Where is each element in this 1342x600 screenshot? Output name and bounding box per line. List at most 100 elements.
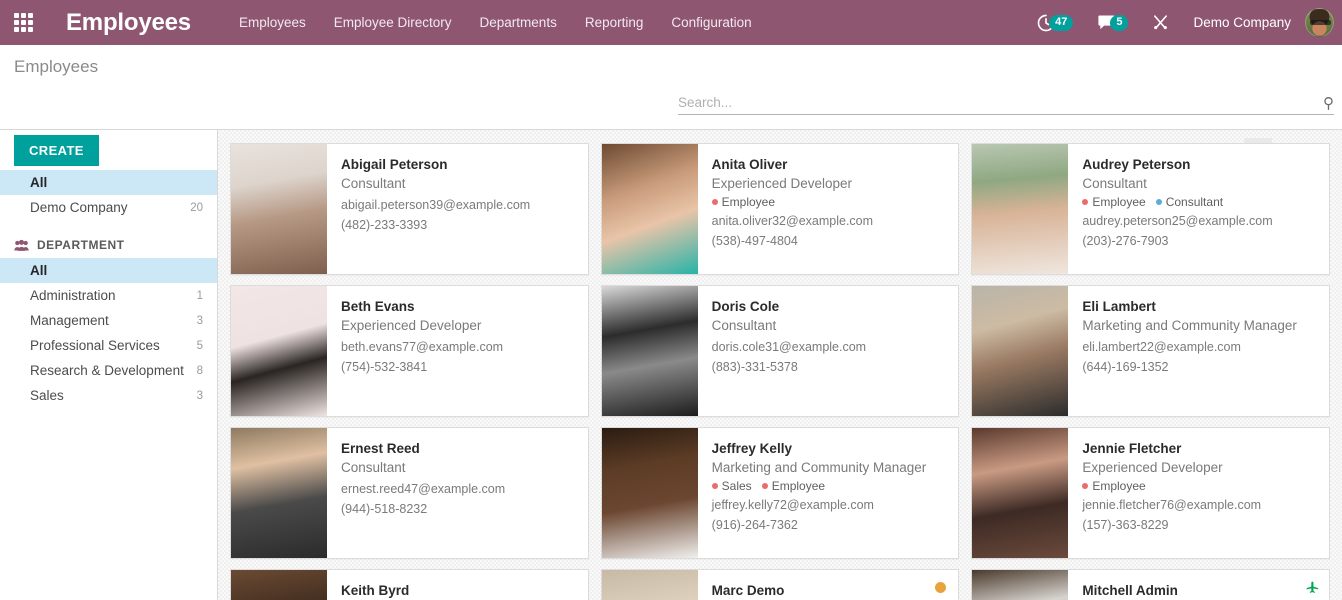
employee-card-body: Eli LambertMarketing and Community Manag… <box>1068 286 1329 416</box>
sidebar-item-company-all[interactable]: All <box>0 170 217 195</box>
sidebar-item-department-management[interactable]: Management 3 <box>0 308 217 333</box>
menu-item-employees[interactable]: Employees <box>225 0 320 45</box>
apps-grid-button[interactable] <box>0 0 46 45</box>
employee-name: Anita Oliver <box>712 155 947 174</box>
sidebar-item-department-professional-services[interactable]: Professional Services 5 <box>0 333 217 358</box>
employee-card[interactable]: Audrey PetersonConsultantEmployeeConsult… <box>971 143 1330 275</box>
menu-item-departments[interactable]: Departments <box>466 0 571 45</box>
employee-phone[interactable]: (916)-264-7362 <box>712 515 947 535</box>
employee-phone[interactable]: (944)-518-8232 <box>341 499 576 519</box>
menu-item-configuration[interactable]: Configuration <box>657 0 765 45</box>
messaging-menu-button[interactable]: 5 <box>1085 0 1140 45</box>
employee-card[interactable]: Jeffrey KellyMarketing and Community Man… <box>601 427 960 559</box>
tag-dot-icon <box>712 483 718 489</box>
employee-name: Ernest Reed <box>341 439 576 458</box>
employee-tag-label: Employee <box>1092 195 1145 209</box>
employee-email[interactable]: anita.oliver32@example.com <box>712 211 947 231</box>
employee-tag-label: Sales <box>722 479 752 493</box>
sidebar-item-company-demo-company[interactable]: Demo Company 20 <box>0 195 217 220</box>
employee-job-title: Experienced Developer <box>341 316 576 335</box>
employee-photo <box>231 286 327 416</box>
kanban-card-wrapper: Doris ColeConsultantdoris.cole31@example… <box>595 280 966 422</box>
employee-card[interactable]: Keith ByrdExperienced Developer <box>230 569 589 600</box>
kanban-view[interactable]: Abigail PetersonConsultantabigail.peters… <box>218 130 1342 600</box>
menu-item-employee-directory[interactable]: Employee Directory <box>320 0 466 45</box>
kanban-card-wrapper: Eli LambertMarketing and Community Manag… <box>965 280 1336 422</box>
sidebar-item-department-administration[interactable]: Administration 1 <box>0 283 217 308</box>
employee-card[interactable]: Abigail PetersonConsultantabigail.peters… <box>230 143 589 275</box>
employee-phone[interactable]: (754)-532-3841 <box>341 357 576 377</box>
employee-email[interactable]: audrey.peterson25@example.com <box>1082 211 1317 231</box>
employee-photo <box>602 570 698 600</box>
employee-tag: Sales <box>712 479 752 493</box>
employee-tag-label: Employee <box>1092 479 1145 493</box>
employee-job-title: Experienced Developer <box>712 174 947 193</box>
employee-card[interactable]: Mitchell AdminChief Executive Officer <box>971 569 1330 600</box>
employee-phone[interactable]: (157)-363-8229 <box>1082 515 1317 535</box>
kanban-card-wrapper: Jeffrey KellyMarketing and Community Man… <box>595 422 966 564</box>
employee-phone[interactable]: (203)-276-7903 <box>1082 231 1317 251</box>
search-input[interactable] <box>678 95 1334 110</box>
employee-name: Marc Demo <box>712 581 947 600</box>
employee-photo <box>972 570 1068 600</box>
employee-email[interactable]: beth.evans77@example.com <box>341 337 576 357</box>
kanban-card-wrapper: Jennie FletcherExperienced Developer Empl… <box>965 422 1336 564</box>
employee-card-body: Ernest ReedConsultanternest.reed47@examp… <box>327 428 588 558</box>
employee-email[interactable]: jeffrey.kelly72@example.com <box>712 495 947 515</box>
employee-name: Eli Lambert <box>1082 297 1317 316</box>
sidebar-item-label: Sales <box>30 388 64 403</box>
employee-card[interactable]: Doris ColeConsultantdoris.cole31@example… <box>601 285 960 417</box>
menu-item-reporting[interactable]: Reporting <box>571 0 658 45</box>
employee-job-title: Marketing and Community Manager <box>1082 316 1317 335</box>
developer-tools-button[interactable] <box>1140 0 1181 45</box>
employee-email[interactable]: abigail.peterson39@example.com <box>341 195 576 215</box>
app-brand-title: Employees <box>66 9 191 37</box>
employee-email[interactable]: eli.lambert22@example.com <box>1082 337 1317 357</box>
employee-card-body: Beth EvansExperienced Developerbeth.evan… <box>327 286 588 416</box>
tools-wrench-icon <box>1152 14 1169 31</box>
user-menu-avatar[interactable] <box>1305 8 1334 37</box>
search-magnifier-icon[interactable]: ⚲ <box>1323 94 1334 112</box>
employee-on-leave-plane-icon[interactable] <box>1305 579 1320 597</box>
sidebar-item-department-research-development[interactable]: Research & Development 8 <box>0 358 217 383</box>
sidebar-item-label: Management <box>30 313 109 328</box>
employee-name: Audrey Peterson <box>1082 155 1317 174</box>
employee-email[interactable]: ernest.reed47@example.com <box>341 479 576 499</box>
company-switcher[interactable]: Demo Company <box>1181 15 1303 30</box>
employee-name: Jennie Fletcher <box>1082 439 1317 458</box>
employee-phone[interactable]: (883)-331-5378 <box>712 357 947 377</box>
employee-card[interactable]: Marc DemoExperienced Developer <box>601 569 960 600</box>
sidebar-item-label: Administration <box>30 288 116 303</box>
sidebar-item-label: Professional Services <box>30 338 160 353</box>
sidebar-item-count: 1 <box>197 290 203 302</box>
messaging-count-badge: 5 <box>1110 15 1128 31</box>
employee-phone[interactable]: (644)-169-1352 <box>1082 357 1317 377</box>
tag-dot-icon <box>1082 199 1088 205</box>
employee-phone[interactable]: (538)-497-4804 <box>712 231 947 251</box>
employee-email[interactable]: doris.cole31@example.com <box>712 337 947 357</box>
sidebar-section-department-title: DEPARTMENT <box>37 238 124 252</box>
employee-job-title: Consultant <box>341 174 576 193</box>
employee-card[interactable]: Eli LambertMarketing and Community Manag… <box>971 285 1330 417</box>
employee-name: Doris Cole <box>712 297 947 316</box>
employee-tag-label: Employee <box>722 195 775 209</box>
kanban-card-wrapper: Ernest ReedConsultanternest.reed47@examp… <box>224 422 595 564</box>
breadcrumb[interactable]: Employees <box>0 57 98 77</box>
sidebar-item-department-all[interactable]: All <box>0 258 217 283</box>
employee-card-body: Jennie FletcherExperienced Developer Empl… <box>1068 428 1329 558</box>
employee-card[interactable]: Jennie FletcherExperienced Developer Empl… <box>971 427 1330 559</box>
employee-phone[interactable]: (482)-233-3393 <box>341 215 576 235</box>
activity-menu-button[interactable]: 47 <box>1025 0 1085 45</box>
employee-card[interactable]: Beth EvansExperienced Developerbeth.evan… <box>230 285 589 417</box>
employee-email[interactable]: jennie.fletcher76@example.com <box>1082 495 1317 515</box>
employee-photo <box>972 428 1068 558</box>
employee-job-title: Experienced Developer <box>1082 458 1317 477</box>
sidebar-item-department-sales[interactable]: Sales 3 <box>0 383 217 408</box>
employee-card[interactable]: Anita OliverExperienced Developer Employe… <box>601 143 960 275</box>
employee-card[interactable]: Ernest ReedConsultanternest.reed47@examp… <box>230 427 589 559</box>
sidebar-item-count: 3 <box>197 315 203 327</box>
kanban-card-wrapper: Audrey PetersonConsultantEmployeeConsult… <box>965 138 1336 280</box>
systray: 47 5 Demo Company <box>1025 0 1342 45</box>
employee-card-body: Mitchell AdminChief Executive Officer <box>1068 570 1329 600</box>
create-button[interactable]: CREATE <box>14 135 99 166</box>
